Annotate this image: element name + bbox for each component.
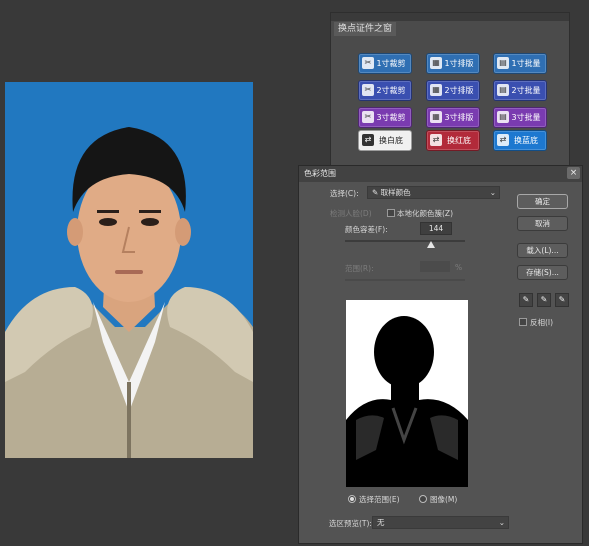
scissors-icon: ✂ [362, 57, 374, 69]
save-button[interactable]: 存储(S)... [517, 265, 568, 280]
chevron-down-icon: ⌄ [498, 518, 505, 527]
selection-preview-label: 选区预览(T): [329, 519, 372, 528]
portrait-photo [5, 82, 253, 458]
plugin-button[interactable]: ▦ 1寸排版 [426, 53, 480, 74]
fuzziness-slider-thumb[interactable] [427, 241, 436, 248]
localized-label: 本地化颜色簇(Z) [397, 209, 453, 218]
load-button[interactable]: 载入(L)... [517, 243, 568, 258]
close-icon[interactable]: × [567, 167, 580, 179]
scissors-icon: ✂ [362, 84, 374, 96]
selection-radio-label: 选择范围(E) [359, 495, 400, 504]
layout-icon: ▦ [430, 111, 442, 123]
eyedropper-subtract-icon[interactable]: ✎ [555, 293, 569, 307]
image-radio-label: 图像(M) [430, 495, 458, 504]
swap-icon: ⇄ [497, 134, 509, 146]
plugin-button[interactable]: ▤ 1寸批量 [493, 53, 547, 74]
fuzziness-input[interactable]: 144 [420, 222, 452, 235]
select-dropdown[interactable]: ✎ 取样颜色 ⌄ [367, 186, 500, 199]
invert-label: 反相(I) [530, 318, 554, 327]
fuzziness-slider-track[interactable] [345, 240, 465, 242]
detect-faces-label: 检测人脸(D) [330, 209, 372, 218]
fuzziness-label: 颜色容差(F): [345, 225, 388, 234]
eyedropper-add-icon[interactable]: ✎ [537, 293, 551, 307]
selection-preview [346, 300, 468, 487]
plugin-button[interactable]: ▤ 2寸批量 [493, 80, 547, 101]
eyedropper-icon[interactable]: ✎ [519, 293, 533, 307]
plugin-button[interactable]: ▦ 2寸排版 [426, 80, 480, 101]
batch-icon: ▤ [497, 111, 509, 123]
dialog-titlebar: 色彩范围 × [299, 166, 582, 182]
image-radio[interactable] [419, 495, 427, 503]
localized-checkbox[interactable] [387, 209, 395, 217]
plugin-button[interactable]: ✂ 3寸裁剪 [358, 107, 412, 128]
select-value: 取样颜色 [380, 188, 411, 197]
plugin-button[interactable]: ⇄ 换白底 [358, 130, 412, 151]
batch-icon: ▤ [497, 84, 509, 96]
range-input [420, 261, 450, 272]
mask-silhouette [346, 300, 468, 487]
select-label: 选择(C): [330, 189, 359, 198]
plugin-button[interactable]: ✂ 2寸裁剪 [358, 80, 412, 101]
panel-topbar [331, 13, 569, 21]
range-slider-track [345, 279, 465, 281]
swap-icon: ⇄ [430, 134, 442, 146]
ok-button[interactable]: 确定 [517, 194, 568, 209]
cancel-button[interactable]: 取消 [517, 216, 568, 231]
selection-preview-dropdown[interactable]: 无 ⌄ [372, 516, 509, 529]
plugin-button[interactable]: ⇄ 换蓝底 [493, 130, 547, 151]
chevron-down-icon: ⌄ [489, 188, 496, 197]
plugin-panel: 换点证件之窗 ✂ 1寸裁剪 ▦ 1寸排版 ▤ 1寸批量 ✂ 2寸裁剪 ▦ 2寸排版 ▤ 2寸批量 ✂ 3寸… [330, 12, 570, 184]
layout-icon: ▦ [430, 57, 442, 69]
invert-checkbox[interactable] [519, 318, 527, 326]
panel-tab[interactable]: 换点证件之窗 [334, 22, 397, 36]
dialog-title: 色彩范围 [304, 169, 336, 178]
batch-icon: ▤ [497, 57, 509, 69]
color-range-dialog: 色彩范围 × 选择(C): ✎ 取样颜色 ⌄ 检测人脸(D) 本地化颜色簇(Z)… [298, 165, 583, 544]
plugin-button[interactable]: ▤ 3寸批量 [493, 107, 547, 128]
portrait-illustration [5, 127, 253, 458]
plugin-button[interactable]: ▦ 3寸排版 [426, 107, 480, 128]
plugin-button[interactable]: ✂ 1寸裁剪 [358, 53, 412, 74]
selection-preview-value: 无 [377, 518, 385, 527]
eyedropper-icon: ✎ [372, 188, 381, 197]
plugin-button[interactable]: ⇄ 换红底 [426, 130, 480, 151]
scissors-icon: ✂ [362, 111, 374, 123]
swap-icon: ⇄ [362, 134, 374, 146]
selection-radio[interactable] [348, 495, 356, 503]
range-label: 范围(R): [345, 264, 374, 273]
layout-icon: ▦ [430, 84, 442, 96]
range-unit: % [455, 263, 463, 272]
